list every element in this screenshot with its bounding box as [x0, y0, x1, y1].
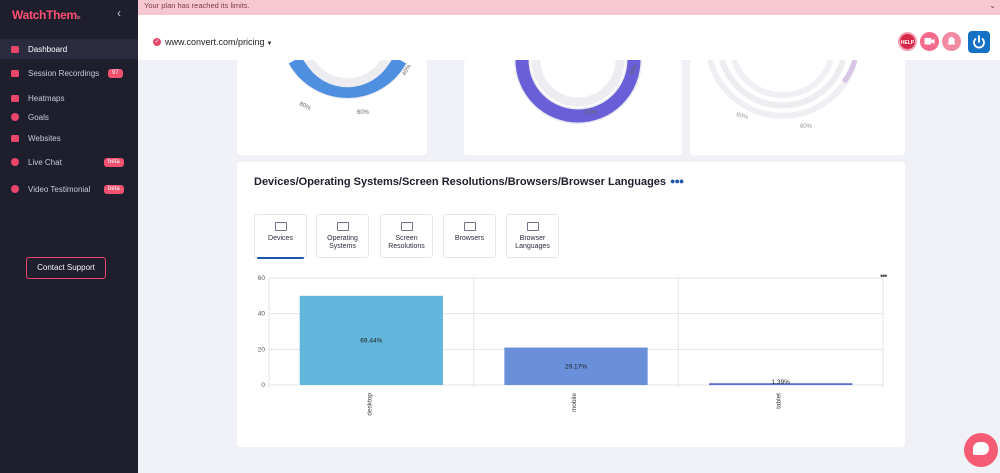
donut-card-1: 80% 60% 40%	[237, 55, 427, 155]
count-badge: 97	[108, 68, 123, 78]
site-url-text: www.convert.com/pricing	[165, 37, 265, 47]
live-chat-button[interactable]	[964, 433, 998, 467]
tab-label: Browser Languages	[515, 235, 550, 250]
video-icon	[11, 69, 19, 77]
power-icon	[973, 35, 985, 49]
tab-browser-languages[interactable]: Browser Languages	[506, 214, 559, 258]
y-tick-label: 0	[261, 382, 265, 389]
list-icon	[336, 222, 349, 231]
x-tick-label: tablet	[776, 393, 783, 409]
device-bar-chart: 0 20 40 60 69.44% desktop 29.17% mobile 1.39% tab…	[258, 275, 884, 416]
tab-label: Screen Resolutions	[388, 235, 425, 250]
chevron-down-icon[interactable]: ⌄	[989, 0, 996, 12]
donut-label: 60%	[585, 110, 598, 116]
sidebar: WatchThemio ‹ Dashboard Session Recordin…	[0, 0, 138, 473]
sidebar-item-label: Heatmaps	[28, 93, 65, 103]
sidebar-item-label: Session Recordings	[28, 68, 100, 78]
sidebar-item-label: Goals	[28, 112, 49, 122]
y-tick-label: 20	[258, 346, 266, 353]
active-tab-indicator	[257, 257, 304, 259]
more-options-icon[interactable]: ●●●	[670, 176, 684, 186]
chat-icon	[973, 442, 989, 455]
help-button[interactable]: HELP	[898, 32, 917, 51]
chat-icon	[11, 158, 19, 166]
beta-badge: beta	[104, 184, 124, 194]
plan-limit-banner: Your plan has reached its limits. ⌄	[138, 0, 1000, 15]
target-icon	[11, 113, 19, 121]
bar-data-label: 1.39%	[771, 379, 790, 386]
tab-devices[interactable]: Devices	[254, 214, 307, 259]
tab-screen-resolutions[interactable]: Screen Resolutions	[380, 214, 433, 258]
bar-data-label: 29.17%	[565, 363, 587, 370]
y-tick-label: 60	[258, 275, 266, 282]
translate-icon	[526, 222, 539, 231]
donut-label: 80%	[298, 101, 312, 112]
section-title-text: Devices/Operating Systems/Screen Resolut…	[254, 176, 667, 188]
donut-chart: 60% 40%	[514, 59, 642, 124]
windows-icon	[463, 222, 476, 231]
bell-icon	[947, 37, 956, 45]
tab-browsers[interactable]: Browsers	[443, 214, 496, 258]
dashboard-icon	[11, 45, 19, 53]
contact-support-button[interactable]: Contact Support	[26, 257, 106, 279]
bar-data-label: 69.44%	[360, 337, 382, 344]
collapse-sidebar-icon[interactable]: ‹	[112, 6, 126, 20]
sidebar-item-label: Dashboard	[28, 44, 68, 54]
x-tick-label: desktop	[366, 393, 373, 416]
sidebar-item-label: Video Testimonial	[28, 184, 91, 194]
tab-operating-systems[interactable]: Operating Systems	[316, 214, 369, 258]
globe-icon	[11, 134, 19, 142]
flame-icon	[11, 94, 19, 102]
beta-badge: beta	[104, 157, 124, 167]
donut-card-3: 80% 60%	[690, 59, 905, 155]
tab-label: Devices	[268, 235, 293, 242]
sidebar-item-heatmaps[interactable]: Heatmaps	[0, 88, 138, 108]
logo-text: WatchThem	[12, 8, 77, 22]
sidebar-item-websites[interactable]: Websites	[0, 128, 138, 148]
logo-suffix: io	[76, 15, 81, 21]
sidebar-item-video-testimonial[interactable]: Video Testimonial beta	[0, 179, 138, 199]
site-selector[interactable]: www.convert.com/pricing ▼	[165, 37, 273, 47]
donut-label: 60%	[357, 110, 370, 116]
logo[interactable]: WatchThemio	[12, 8, 80, 22]
video-camera-icon	[924, 38, 935, 45]
sidebar-item-session-recordings[interactable]: Session Recordings 97	[0, 63, 138, 83]
laptop-icon	[274, 222, 287, 231]
y-tick-label: 40	[258, 311, 266, 318]
monitor-icon	[400, 222, 413, 231]
sidebar-item-label: Websites	[28, 133, 61, 143]
section-title: Devices/Operating Systems/Screen Resolut…	[254, 176, 684, 188]
x-tick-label: mobile	[571, 393, 578, 413]
sidebar-item-goals[interactable]: Goals	[0, 107, 138, 127]
notification-button[interactable]	[942, 32, 961, 51]
check-icon: ✓	[153, 38, 161, 46]
person-video-icon	[11, 185, 19, 193]
video-button[interactable]	[920, 32, 939, 51]
tab-label: Browsers	[454, 235, 485, 242]
devices-card: Devices/Operating Systems/Screen Resolut…	[237, 162, 905, 447]
power-button[interactable]	[968, 31, 990, 53]
sidebar-item-label: Live Chat	[28, 157, 62, 167]
topbar: ✓ www.convert.com/pricing ▼ HELP	[138, 15, 1000, 60]
radial-label: 60%	[800, 124, 813, 130]
donut-chart: 80% 60% 40%	[288, 55, 413, 116]
donut-card-2: 60% 40%	[464, 59, 682, 155]
radial-label: 80%	[735, 112, 749, 121]
caret-down-icon: ▼	[266, 41, 273, 47]
radial-chart: 80% 60%	[707, 59, 858, 130]
sidebar-item-dashboard[interactable]: Dashboard	[0, 39, 138, 59]
plan-limit-text: Your plan has reached its limits.	[144, 1, 250, 10]
tab-label: Operating Systems	[327, 235, 358, 250]
sidebar-item-live-chat[interactable]: Live Chat beta	[0, 152, 138, 172]
